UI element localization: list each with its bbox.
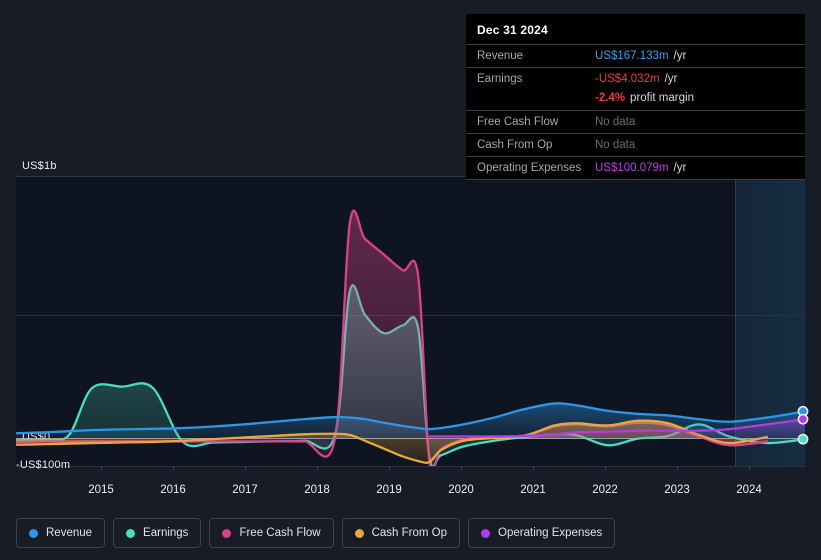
x-tick (389, 466, 390, 471)
tooltip-value-cash-from-op: No data (595, 139, 636, 151)
x-tick (677, 466, 678, 471)
x-axis-label-2016: 2016 (160, 484, 186, 496)
x-tick (461, 466, 462, 471)
legend-dot-revenue (29, 528, 38, 538)
legend-item-revenue[interactable]: Revenue (16, 518, 106, 548)
legend-label-operating-expenses: Operating Expenses (498, 527, 603, 539)
tooltip-value-operating-expenses: US$100.079m (595, 162, 669, 174)
y-axis-label-bottom: -US$100m (16, 459, 71, 471)
x-axis-label-2022: 2022 (592, 484, 618, 496)
gridline-bottom (16, 466, 805, 467)
legend-label-earnings: Earnings (143, 527, 189, 539)
tooltip-date: Dec 31 2024 (477, 23, 548, 37)
x-tick (245, 466, 246, 471)
tooltip-label-earnings: Earnings (477, 73, 523, 85)
tooltip-unit-earnings: /yr (664, 73, 678, 85)
tooltip-value-earnings: -US$4.032m (595, 73, 660, 85)
plot-area-background (16, 176, 805, 466)
y-axis-label-zero: US$0 (22, 431, 51, 443)
x-axis-label-2015: 2015 (88, 484, 114, 496)
tooltip-unit-revenue: /yr (673, 50, 687, 62)
x-axis-label-2018: 2018 (304, 484, 330, 496)
legend-item-operating-expenses[interactable]: Operating Expenses (468, 518, 616, 548)
tooltip-row-revenue: Revenue US$167.133m /yr (466, 44, 805, 67)
tooltip-bottom-rule (466, 179, 805, 180)
gridline-zero (16, 438, 805, 439)
x-axis-label-2024: 2024 (736, 484, 762, 496)
x-axis-label-2020: 2020 (448, 484, 474, 496)
tooltip-panel: Dec 31 2024 Revenue US$167.133m /yr Earn… (466, 14, 805, 180)
legend-dot-earnings (126, 528, 136, 538)
y-axis-label-top: US$1b (22, 160, 57, 172)
legend-label-free-cash-flow: Free Cash Flow (239, 527, 321, 539)
tooltip-row-earnings: Earnings -US$4.032m /yr (466, 67, 805, 90)
tooltip-row-operating-expenses: Operating Expenses US$100.079m /yr (466, 156, 805, 179)
x-tick (749, 466, 750, 471)
x-axis-label-2019: 2019 (376, 484, 402, 496)
x-axis-label-2021: 2021 (520, 484, 546, 496)
x-tick (317, 466, 318, 471)
tooltip-label-revenue: Revenue (477, 50, 524, 62)
chart-legend: Revenue Earnings Free Cash Flow Cash Fro… (16, 518, 616, 548)
tooltip-row-cash-from-op: Cash From Op No data (466, 133, 805, 156)
legend-label-revenue: Revenue (46, 527, 93, 539)
chart-root: US$1b US$0 -US$100m 2015 2016 2017 2018 … (0, 0, 821, 560)
tooltip-label-cash-from-op: Cash From Op (477, 139, 553, 151)
legend-item-cash-from-op[interactable]: Cash From Op (341, 518, 461, 548)
legend-dot-cash-from-op (354, 528, 364, 538)
legend-item-free-cash-flow[interactable]: Free Cash Flow (209, 518, 334, 548)
legend-dot-free-cash-flow (222, 528, 232, 538)
gridline-mid (16, 315, 805, 316)
tooltip-value-revenue: US$167.133m (595, 50, 669, 62)
forecast-divider (735, 176, 736, 466)
tooltip-value-profit-margin: -2.4% (595, 92, 626, 104)
tooltip-unit-profit-margin: profit margin (630, 92, 694, 104)
forecast-region-shading (735, 176, 805, 466)
x-tick (101, 466, 102, 471)
x-axis-label-2023: 2023 (664, 484, 690, 496)
tooltip-label-free-cash-flow: Free Cash Flow (477, 116, 559, 128)
tooltip-row-free-cash-flow: Free Cash Flow No data (466, 110, 805, 133)
legend-dot-operating-expenses (481, 528, 491, 538)
x-tick (533, 466, 534, 471)
legend-label-cash-from-op: Cash From Op (371, 527, 448, 539)
legend-item-earnings[interactable]: Earnings (113, 518, 202, 548)
tooltip-row-profit-margin: -2.4% profit margin (466, 90, 805, 110)
tooltip-label-operating-expenses: Operating Expenses (477, 162, 582, 174)
tooltip-value-free-cash-flow: No data (595, 116, 636, 128)
x-tick (173, 466, 174, 471)
x-tick (605, 466, 606, 471)
tooltip-unit-operating-expenses: /yr (673, 162, 687, 174)
x-axis-label-2017: 2017 (232, 484, 258, 496)
